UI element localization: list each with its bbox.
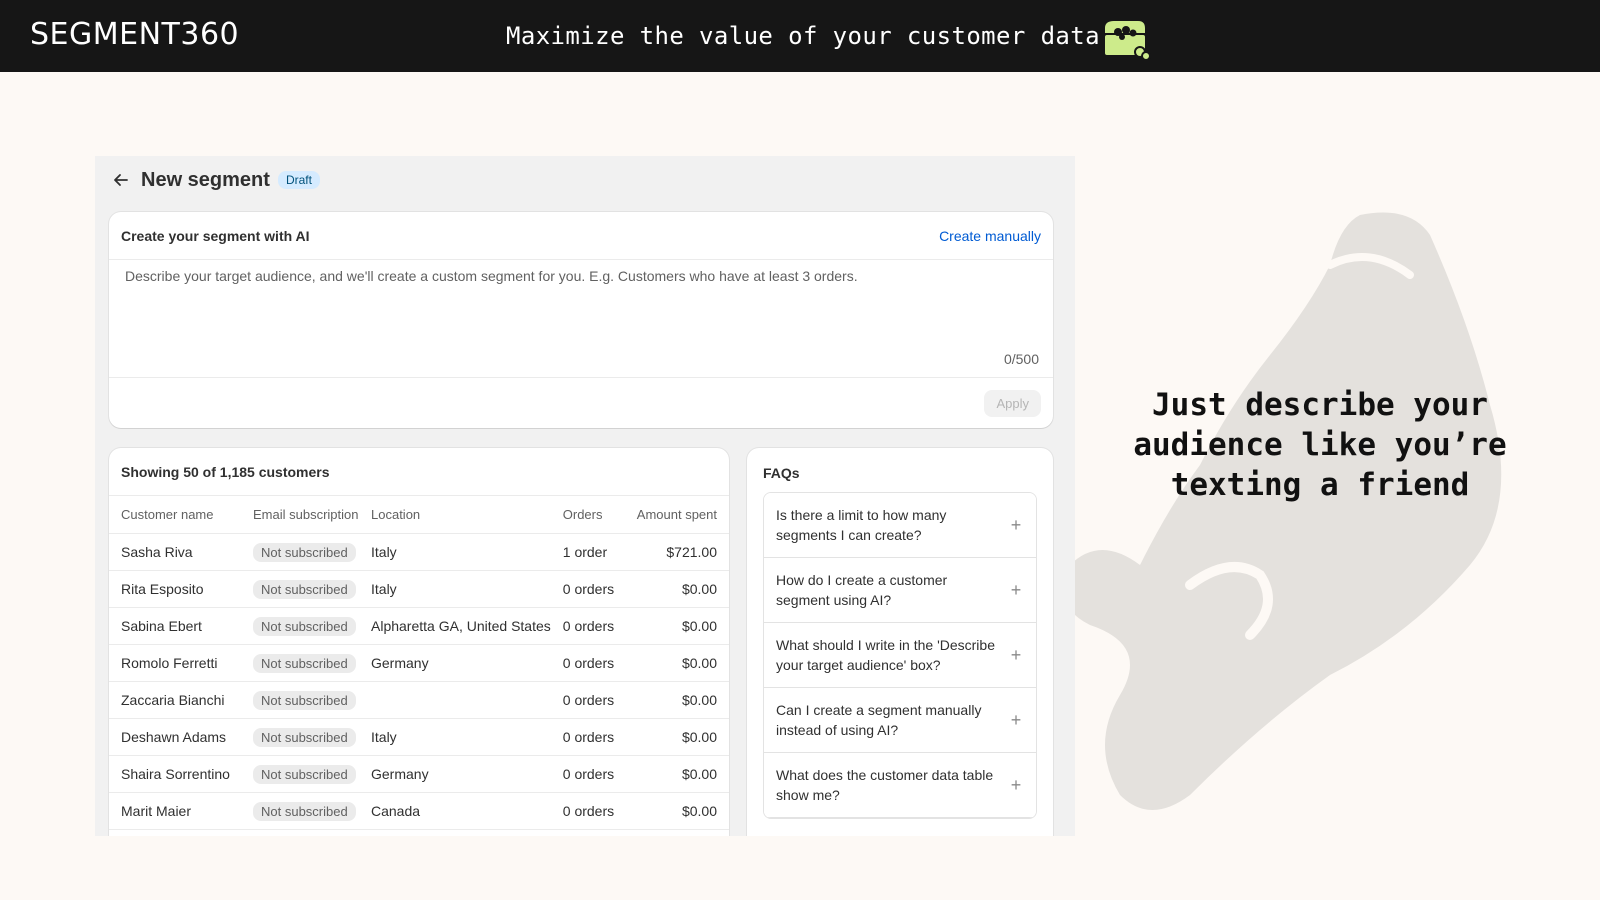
top-banner: SEGMENT360 Maximize the value of your cu…	[0, 0, 1600, 72]
customers-table: Customer name Email subscription Locatio…	[109, 496, 729, 830]
hero-line-2: audience like you’re	[1133, 427, 1507, 463]
column-header: Location	[365, 496, 557, 534]
customer-name: Zaccaria Bianchi	[109, 681, 247, 719]
customer-name: Sasha Riva	[109, 533, 247, 571]
customer-orders: 0 orders	[556, 755, 627, 793]
table-row[interactable]: Marit Maier Not subscribed Canada 0 orde…	[109, 792, 729, 830]
tagline: Maximize the value of your customer data	[506, 22, 1100, 50]
column-header: Email subscription	[247, 496, 365, 534]
customer-orders: 0 orders	[556, 792, 627, 830]
plus-icon: +	[1010, 514, 1022, 535]
column-header: Customer name	[109, 496, 247, 534]
customer-name: Deshawn Adams	[109, 718, 247, 756]
customer-location	[365, 681, 557, 719]
faq-item[interactable]: Is there a limit to how many segments I …	[764, 493, 1036, 558]
customer-amount: $0.00	[626, 644, 729, 682]
column-header: Orders	[556, 496, 627, 534]
customer-orders: 0 orders	[556, 644, 627, 682]
table-row[interactable]: Sabina Ebert Not subscribed Alpharetta G…	[109, 607, 729, 645]
page-header: New segment Draft	[111, 162, 320, 198]
subscription-badge: Not subscribed	[253, 653, 356, 673]
ai-input-area: 0/500	[109, 260, 1053, 378]
customer-location: Italy	[365, 570, 557, 608]
subscription-badge: Not subscribed	[253, 579, 356, 599]
customer-location: Alpharetta GA, United States	[365, 607, 557, 645]
subscription-badge: Not subscribed	[253, 764, 356, 784]
ai-card-title: Create your segment with AI	[121, 227, 310, 244]
segment-editor: New segment Draft Create your segment wi…	[95, 156, 1075, 836]
plus-icon: +	[1010, 709, 1022, 730]
ai-card-footer: Apply	[109, 378, 1053, 428]
customer-orders: 0 orders	[556, 570, 627, 608]
customer-name: Shaira Sorrentino	[109, 755, 247, 793]
customer-amount: $0.00	[626, 718, 729, 756]
customer-amount: $0.00	[626, 570, 729, 608]
faqs-card: FAQs Is there a limit to how many segmen…	[747, 448, 1053, 836]
faq-item[interactable]: What should I write in the 'Describe you…	[764, 623, 1036, 688]
table-row[interactable]: Shaira Sorrentino Not subscribed Germany…	[109, 755, 729, 793]
customer-location: Italy	[365, 718, 557, 756]
faq-list: Is there a limit to how many segments I …	[763, 492, 1037, 819]
customer-orders: 0 orders	[556, 681, 627, 719]
customer-amount: $0.00	[626, 681, 729, 719]
hero-line-1: Just describe your	[1152, 387, 1488, 423]
faq-question: Can I create a segment manually instead …	[776, 702, 982, 738]
apply-button[interactable]: Apply	[984, 389, 1041, 417]
customers-table-card: Showing 50 of 1,185 customers Customer n…	[109, 448, 729, 836]
customer-name: Marit Maier	[109, 792, 247, 830]
faq-item[interactable]: Can I create a segment manually instead …	[764, 688, 1036, 753]
create-manually-link[interactable]: Create manually	[939, 228, 1041, 244]
faq-question: Is there a limit to how many segments I …	[776, 507, 947, 543]
faq-question: What should I write in the 'Describe you…	[776, 637, 995, 673]
table-row[interactable]: Deshawn Adams Not subscribed Italy 0 ord…	[109, 718, 729, 756]
faq-question: What does the customer data table show m…	[776, 767, 994, 803]
audience-description-input[interactable]	[109, 260, 1053, 377]
customer-name: Rita Esposito	[109, 570, 247, 608]
arrow-left-icon[interactable]	[111, 170, 131, 190]
faq-question: How do I create a customer segment using…	[776, 572, 948, 608]
ai-card-header: Create your segment with AI Create manua…	[109, 212, 1053, 260]
faqs-title: FAQs	[763, 465, 800, 481]
customer-orders: 0 orders	[556, 607, 627, 645]
ai-segment-card: Create your segment with AI Create manua…	[109, 212, 1053, 428]
table-row[interactable]: Rita Esposito Not subscribed Italy 0 ord…	[109, 570, 729, 608]
table-row[interactable]: Romolo Ferretti Not subscribed Germany 0…	[109, 644, 729, 682]
faq-item[interactable]: How do I create a customer segment using…	[764, 558, 1036, 623]
page-title: New segment	[141, 168, 270, 191]
faq-item[interactable]: What does the customer data table show m…	[764, 753, 1036, 818]
customer-orders: 1 order	[556, 533, 627, 571]
character-counter: 0/500	[1003, 351, 1039, 367]
customer-amount: $0.00	[626, 607, 729, 645]
customer-amount: $721.00	[626, 533, 729, 571]
customer-name: Romolo Ferretti	[109, 644, 247, 682]
customer-location: Italy	[365, 533, 557, 571]
plus-icon: +	[1010, 774, 1022, 795]
plus-icon: +	[1010, 644, 1022, 665]
subscription-badge: Not subscribed	[253, 542, 356, 562]
subscription-badge: Not subscribed	[253, 801, 356, 821]
brand-logo-text: SEGMENT360	[30, 17, 240, 52]
customer-orders: 0 orders	[556, 718, 627, 756]
customer-location: Germany	[365, 644, 557, 682]
customer-amount: $0.00	[626, 755, 729, 793]
customer-amount: $0.00	[626, 792, 729, 830]
hero-caption: Just describe your audience like you’re …	[1130, 385, 1510, 505]
hero-line-3: texting a friend	[1170, 467, 1470, 503]
subscription-badge: Not subscribed	[253, 727, 356, 747]
customer-location: Germany	[365, 755, 557, 793]
status-badge: Draft	[277, 171, 320, 189]
treasure-chest-icon	[1103, 19, 1151, 60]
table-summary: Showing 50 of 1,185 customers	[109, 448, 729, 496]
hand-illustration	[1063, 212, 1502, 810]
subscription-badge: Not subscribed	[253, 616, 356, 636]
column-header: Amount spent	[626, 496, 729, 534]
table-row[interactable]: Zaccaria Bianchi Not subscribed 0 orders…	[109, 681, 729, 719]
table-row[interactable]: Sasha Riva Not subscribed Italy 1 order …	[109, 533, 729, 571]
customer-name: Sabina Ebert	[109, 607, 247, 645]
table-header-row: Customer name Email subscription Locatio…	[109, 496, 729, 534]
subscription-badge: Not subscribed	[253, 690, 356, 710]
plus-icon: +	[1010, 579, 1022, 600]
customer-location: Canada	[365, 792, 557, 830]
